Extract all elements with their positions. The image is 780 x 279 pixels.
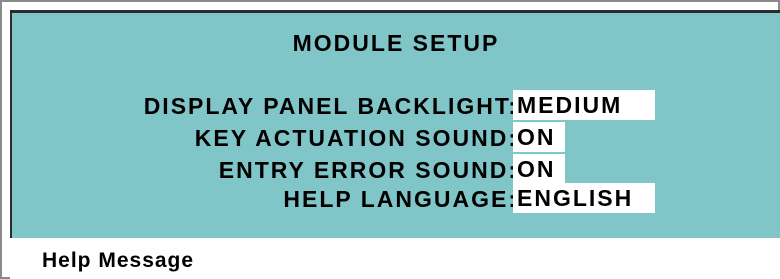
- setting-label-key-actuation-sound: KEY ACTUATION SOUND:: [194, 125, 518, 151]
- setting-value-display-panel-backlight[interactable]: MEDIUM: [513, 90, 655, 120]
- setting-value-help-language[interactable]: ENGLISH: [513, 183, 655, 213]
- setting-row-help-language: HELP LANGUAGE: ENGLISH: [12, 183, 780, 215]
- module-setup-panel: MODULE SETUP DISPLAY PANEL BACKLIGHT: ME…: [10, 10, 780, 238]
- setting-label-help-language: HELP LANGUAGE:: [283, 186, 518, 212]
- setting-label-entry-error-sound: ENTRY ERROR SOUND:: [218, 157, 518, 183]
- setting-value-entry-error-sound[interactable]: ON: [513, 154, 565, 184]
- help-message-title: Help Message: [42, 249, 195, 272]
- setting-row-entry-error-sound: ENTRY ERROR SOUND: ON: [12, 154, 780, 186]
- panel-title: MODULE SETUP: [292, 30, 500, 56]
- setting-row-display-panel-backlight: DISPLAY PANEL BACKLIGHT: MEDIUM: [12, 90, 780, 122]
- setting-row-key-actuation-sound: KEY ACTUATION SOUND: ON: [12, 122, 780, 154]
- setting-value-key-actuation-sound[interactable]: ON: [513, 122, 565, 152]
- setting-label-display-panel-backlight: DISPLAY PANEL BACKLIGHT:: [143, 93, 518, 119]
- help-message-area: Help Message: [10, 238, 780, 279]
